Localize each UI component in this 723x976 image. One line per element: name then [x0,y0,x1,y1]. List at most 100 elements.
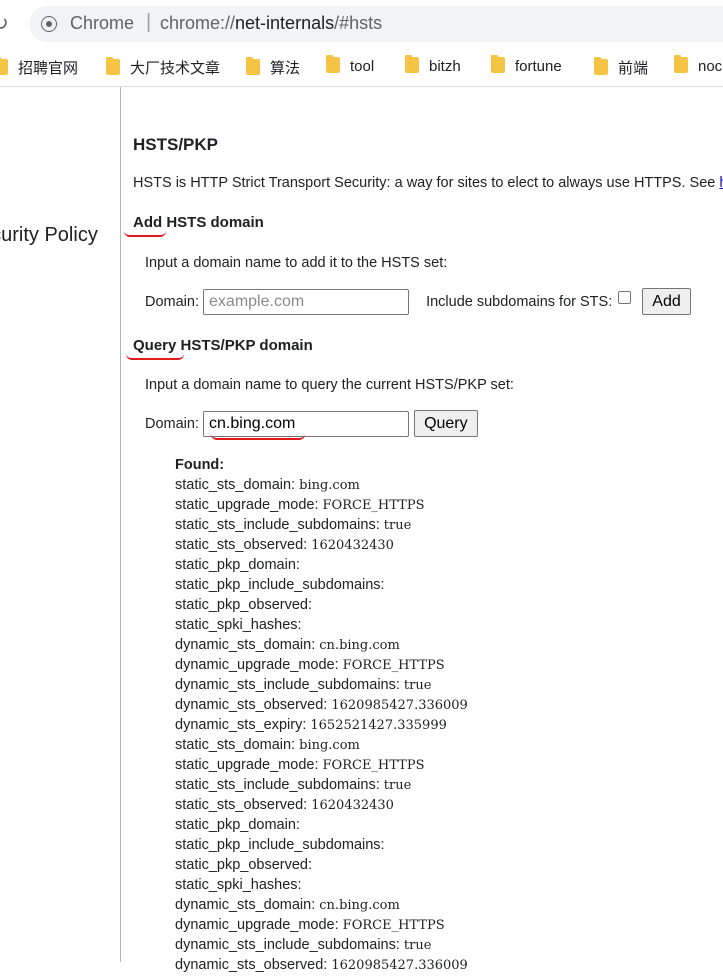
result-row: static_upgrade_mode: FORCE_HTTPS [175,755,715,775]
bookmark-label: 大厂技术文章 [130,60,221,77]
result-row: static_sts_domain: bing.com [175,735,715,755]
query-results: Found: static_sts_domain: bing.com static… [175,455,715,975]
result-row: static_pkp_observed: [175,595,715,615]
result-key: static_sts_observed: [175,537,308,553]
bookmark-label: tool [350,58,375,75]
result-list: static_sts_domain: bing.com static_upgrad… [175,475,715,975]
result-row: dynamic_sts_domain: cn.bing.com [175,895,715,915]
result-value: FORCE_HTTPS [342,658,445,673]
result-key: static_sts_observed: [175,797,308,813]
reload-icon[interactable]: ↻ [0,12,12,36]
bookmark-item[interactable]: tool [326,55,375,77]
result-key: static_pkp_domain: [175,557,300,573]
result-key: static_pkp_observed: [175,857,313,873]
bookmark-label: noc [698,58,723,75]
result-value: true [403,938,432,953]
url-host: net-internals [235,13,335,33]
result-value: 1620432430 [311,798,394,813]
folder-icon [491,55,505,73]
query-hint: Input a domain name to query the current… [145,377,514,393]
bookmark-item[interactable]: 前端 [594,57,648,77]
result-key: dynamic_sts_domain: [175,897,316,913]
result-value: 1620432430 [311,538,394,553]
folder-icon [326,55,340,73]
result-row: static_pkp_observed: [175,855,715,875]
result-row: dynamic_upgrade_mode: FORCE_HTTPS [175,915,715,935]
result-key: dynamic_sts_expiry: [175,717,307,733]
add-button[interactable]: Add [642,288,691,315]
result-value: FORCE_HTTPS [322,758,425,773]
result-row: static_spki_hashes: [175,615,715,635]
page-title: HSTS/PKP [133,135,219,154]
result-key: static_pkp_include_subdomains: [175,837,385,853]
result-row: static_upgrade_mode: FORCE_HTTPS [175,495,715,515]
result-key: static_sts_include_subdomains: [175,777,380,793]
result-key: dynamic_sts_domain: [175,637,316,653]
result-value: 1620985427.336009 [331,698,468,713]
red-underline-annotation [124,231,166,237]
result-value: FORCE_HTTPS [342,918,445,933]
bookmark-item[interactable]: 算法 [246,57,300,77]
result-value: true [383,518,412,533]
result-value: FORCE_HTTPS [322,498,425,513]
omnibox-url[interactable]: chrome://net-internals/#hsts [160,13,382,34]
folder-icon [106,57,120,75]
bookmark-item[interactable]: bitzh [405,55,461,77]
description-link[interactable]: ht [719,175,723,191]
result-value: cn.bing.com [319,898,400,913]
result-key: static_spki_hashes: [175,877,302,893]
folder-icon [594,57,608,75]
bookmark-item[interactable]: fortune [491,55,562,77]
result-key: static_spki_hashes: [175,617,302,633]
chrome-icon [41,16,57,32]
bookmark-item[interactable]: 招聘官网 [0,57,78,77]
page-description: HSTS is HTTP Strict Transport Security: … [133,175,723,191]
result-value: cn.bing.com [319,638,400,653]
result-key: static_upgrade_mode: [175,497,319,513]
folder-icon [246,57,260,75]
url-scheme: chrome:// [160,13,236,33]
result-row: dynamic_sts_observed: 1620985427.336009 [175,695,715,715]
result-key: dynamic_upgrade_mode: [175,917,339,933]
query-domain-input[interactable] [203,410,410,437]
result-row: static_sts_include_subdomains: true [175,775,715,795]
folder-icon [674,55,688,73]
bookmark-item[interactable]: noc [674,55,723,77]
result-row: static_sts_domain: bing.com [175,475,715,495]
result-value: true [403,678,432,693]
result-row: static_pkp_domain: [175,555,715,575]
result-row: static_spki_hashes: [175,875,715,895]
folder-icon [0,57,8,75]
result-key: static_sts_include_subdomains: [175,517,380,533]
include-subdomains-checkbox[interactable] [618,291,632,304]
omnibox[interactable]: Chrome | chrome://net-internals/#hsts [29,6,723,42]
add-domain-input[interactable] [203,288,410,315]
result-row: static_pkp_include_subdomains: [175,575,715,595]
bookmark-label: 招聘官网 [18,60,79,77]
query-domain-label: Domain: [145,415,199,432]
query-domain-row: Domain: Query [145,410,478,438]
sidebar-item-security-policy[interactable]: ecurity Policy [0,224,98,247]
bookmark-item[interactable]: 大厂技术文章 [106,57,220,77]
bookmark-label: fortune [515,58,562,75]
query-button[interactable]: Query [414,410,478,437]
add-domain-row: Domain: Include subdomains for STS: Add [145,288,691,316]
bookmark-label: bitzh [429,58,461,75]
add-hsts-heading: Add HSTS domain [133,214,264,231]
result-row: dynamic_sts_domain: cn.bing.com [175,635,715,655]
omnibox-separator: | [146,11,152,33]
bookmark-label: 算法 [270,60,301,77]
result-value: bing.com [299,738,360,753]
include-subdomains-label: Include subdomains for STS: [426,293,613,310]
red-underline-annotation [126,354,184,360]
result-value: 1620985427.336009 [331,958,468,973]
found-label: Found: [175,457,225,473]
result-key: static_pkp_observed: [175,597,313,613]
red-underline-annotation [211,434,305,440]
result-row: dynamic_sts_expiry: 1652521427.335999 [175,715,715,735]
result-key: static_sts_domain: [175,737,296,753]
result-key: static_upgrade_mode: [175,757,319,773]
result-row: dynamic_sts_include_subdomains: true [175,675,715,695]
result-row: static_sts_observed: 1620432430 [175,795,715,815]
sidebar: ecurity Policy [0,87,121,962]
